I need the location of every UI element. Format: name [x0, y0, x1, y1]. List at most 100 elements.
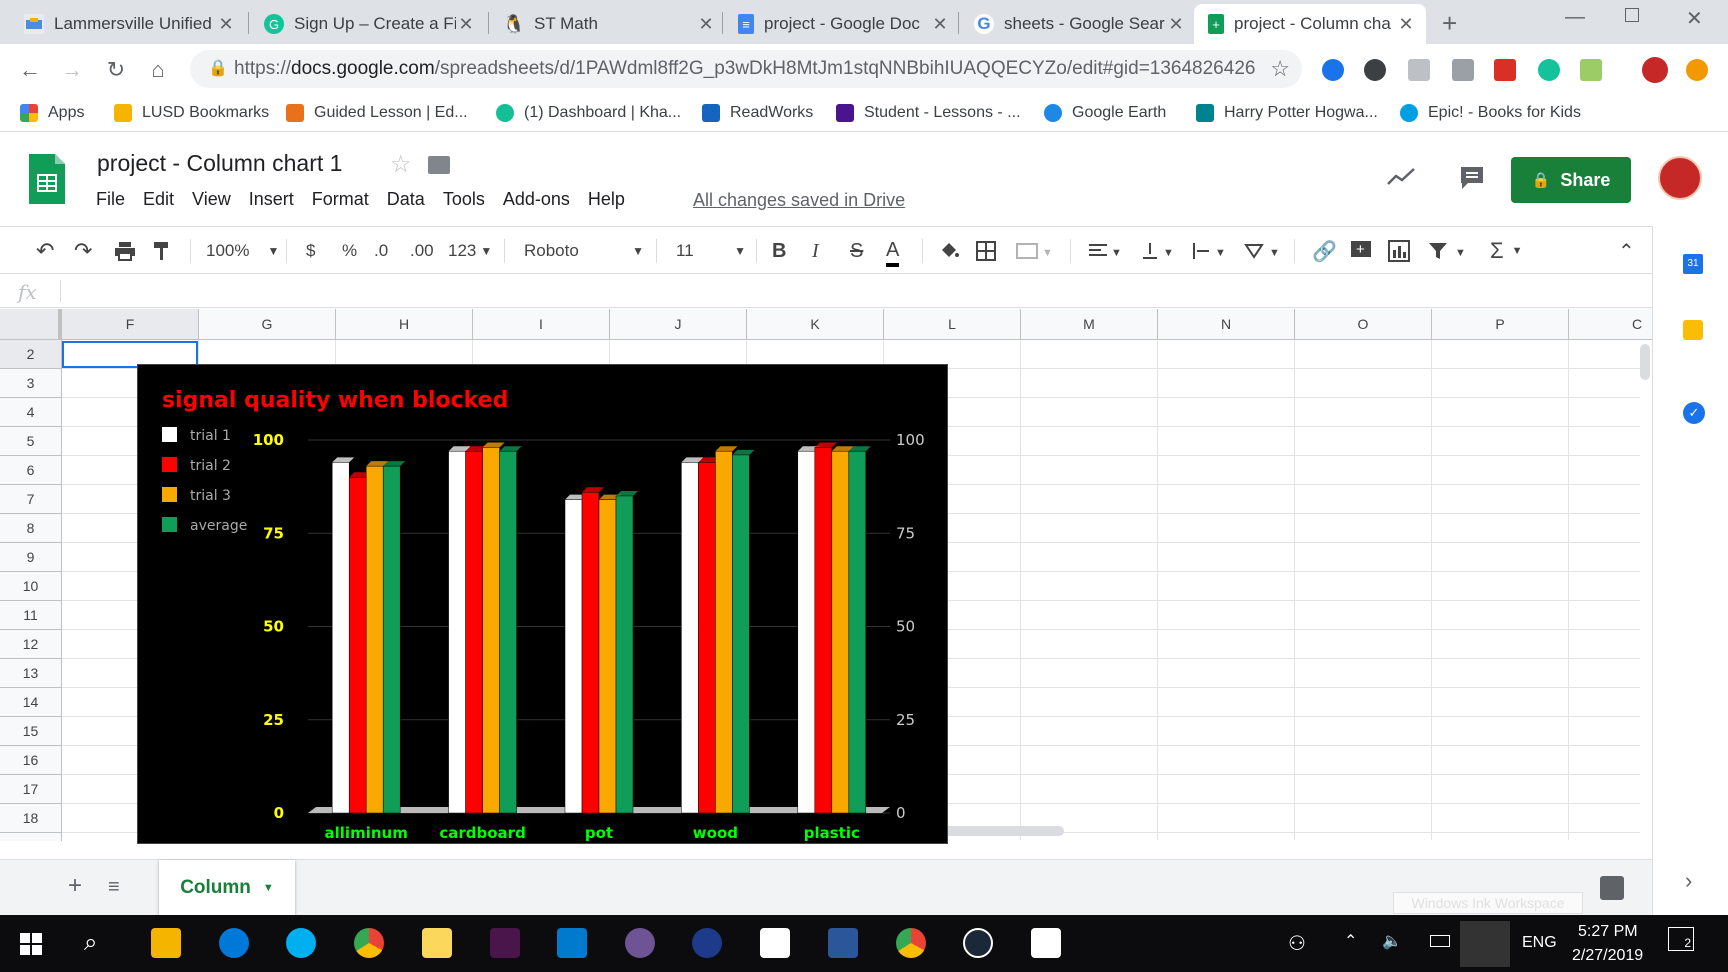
row-header[interactable]: 18 — [0, 804, 62, 833]
app-icon[interactable] — [692, 928, 722, 958]
row-header[interactable]: 8 — [0, 514, 62, 543]
extension-icon[interactable] — [1322, 59, 1344, 81]
close-window-button[interactable]: ✕ — [1686, 6, 1703, 31]
font-family-select[interactable]: Roboto ▼ — [524, 237, 644, 265]
menu-data[interactable]: Data — [387, 189, 425, 210]
skype-icon[interactable] — [286, 928, 316, 958]
print-icon[interactable] — [114, 237, 136, 265]
column-header[interactable]: O — [1295, 309, 1432, 340]
close-icon[interactable]: ✕ — [696, 14, 716, 35]
horizontal-align-icon[interactable]: ▼ — [1088, 237, 1122, 265]
bookmark-item[interactable]: (1) Dashboard | Kha... — [496, 104, 681, 122]
browser-tab[interactable]: G sheets - Google Sear ✕ — [960, 4, 1196, 44]
row-header[interactable]: 14 — [0, 688, 62, 717]
comments-icon[interactable] — [1458, 164, 1486, 192]
extension-icon[interactable] — [1364, 59, 1386, 81]
text-rotation-icon[interactable]: ▼ — [1244, 237, 1282, 265]
row-header[interactable]: 6 — [0, 456, 62, 485]
row-header[interactable]: 13 — [0, 659, 62, 688]
language-indicator[interactable]: ENG — [1522, 934, 1557, 952]
forward-icon[interactable]: → — [56, 54, 88, 86]
explore-icon[interactable] — [1600, 876, 1624, 900]
profile-avatar[interactable] — [1642, 57, 1668, 83]
close-icon[interactable]: ✕ — [216, 14, 236, 35]
browser-tab-active[interactable]: + project - Column cha ✕ — [1194, 4, 1426, 44]
store-icon[interactable] — [760, 928, 790, 958]
filter-icon[interactable]: ▼ — [1428, 237, 1468, 265]
browser-tab[interactable]: 🐧 ST Math ✕ — [490, 4, 726, 44]
keep-icon[interactable] — [1683, 320, 1703, 340]
fill-color-icon[interactable] — [938, 237, 960, 265]
bookmark-item[interactable]: Epic! - Books for Kids — [1400, 104, 1581, 122]
currency-format-button[interactable]: $ — [306, 237, 315, 265]
column-header[interactable]: H — [336, 309, 473, 340]
minimize-button[interactable]: — — [1565, 6, 1585, 29]
browser-tab[interactable]: Lammersville Unified ✕ — [10, 4, 246, 44]
row-header[interactable]: 16 — [0, 746, 62, 775]
back-icon[interactable]: ← — [14, 54, 46, 86]
menu-edit[interactable]: Edit — [143, 189, 174, 210]
bookmark-item[interactable]: Harry Potter Hogwa... — [1196, 104, 1378, 122]
row-header[interactable]: 10 — [0, 572, 62, 601]
column-header[interactable]: F — [62, 309, 199, 340]
column-header[interactable]: M — [1021, 309, 1158, 340]
add-sheet-button[interactable]: + — [68, 872, 82, 900]
bold-button[interactable]: B — [772, 237, 786, 265]
activity-trend-icon[interactable] — [1386, 166, 1416, 188]
row-header[interactable]: 5 — [0, 427, 62, 456]
battery-icon[interactable] — [1430, 935, 1450, 947]
row-header[interactable]: 11 — [0, 601, 62, 630]
row-header[interactable]: 3 — [0, 369, 62, 398]
grammarly-extension-icon[interactable] — [1538, 59, 1560, 81]
menu-tools[interactable]: Tools — [443, 189, 485, 210]
extension-icon[interactable] — [1408, 59, 1430, 81]
column-chart[interactable]: signal quality when blocked 0 0 25 25 50 50 75 7… — [137, 364, 948, 844]
sheets-logo-icon[interactable] — [27, 152, 67, 206]
tasks-icon[interactable]: ✓ — [1683, 402, 1705, 424]
row-header[interactable]: 9 — [0, 543, 62, 572]
file-explorer-icon[interactable] — [151, 928, 181, 958]
update-icon[interactable] — [1686, 59, 1708, 81]
volume-icon[interactable]: 🔈 — [1382, 931, 1402, 951]
text-wrapping-icon[interactable]: ▼ — [1192, 237, 1226, 265]
share-button[interactable]: 🔒 Share — [1511, 157, 1631, 203]
star-icon[interactable]: ☆ — [390, 150, 412, 179]
expand-panel-icon[interactable]: › — [1685, 868, 1692, 894]
column-header[interactable]: N — [1158, 309, 1295, 340]
extension-icon[interactable] — [1494, 59, 1516, 81]
percent-format-button[interactable]: % — [342, 237, 357, 265]
functions-icon[interactable]: Σ ▼ — [1490, 237, 1523, 265]
column-header[interactable]: P — [1432, 309, 1569, 340]
bookmark-folder[interactable]: LUSD Bookmarks — [114, 104, 269, 122]
github-icon[interactable] — [625, 928, 655, 958]
slack-icon[interactable] — [490, 928, 520, 958]
windows-start-icon[interactable] — [20, 933, 42, 955]
menu-addons[interactable]: Add-ons — [503, 189, 570, 210]
chrome-icon[interactable] — [354, 928, 384, 958]
vscode-icon[interactable] — [557, 928, 587, 958]
row-header[interactable]: 2 — [0, 340, 62, 369]
home-icon[interactable]: ⌂ — [142, 54, 174, 86]
bookmark-item[interactable]: Google Earth — [1044, 104, 1166, 122]
row-header[interactable]: 15 — [0, 717, 62, 746]
menu-view[interactable]: View — [192, 189, 231, 210]
edge-icon[interactable] — [219, 928, 249, 958]
address-bar[interactable]: 🔒 https://docs.google.com/spreadsheets/d… — [190, 50, 1302, 88]
column-header[interactable]: I — [473, 309, 610, 340]
vertical-align-icon[interactable]: ▼ — [1140, 237, 1174, 265]
document-title[interactable]: project - Column chart 1 — [97, 150, 342, 177]
ink-workspace-icon[interactable] — [1460, 921, 1510, 967]
formula-input[interactable] — [70, 274, 1640, 307]
row-header[interactable]: 19 — [0, 833, 62, 841]
close-icon[interactable]: ✕ — [1396, 14, 1416, 35]
menu-insert[interactable]: Insert — [249, 189, 294, 210]
browser-tab[interactable]: G Sign Up – Create a Fi ✕ — [250, 4, 486, 44]
close-icon[interactable]: ✕ — [456, 14, 476, 35]
column-header[interactable]: K — [747, 309, 884, 340]
steam-icon[interactable] — [963, 928, 993, 958]
file-folder-icon[interactable] — [422, 928, 452, 958]
redo-icon[interactable]: ↷ — [74, 237, 92, 265]
font-size-select[interactable]: 11 ▼ — [676, 237, 746, 265]
zoom-select[interactable]: 100% ▼ — [206, 237, 279, 265]
column-header[interactable]: J — [610, 309, 747, 340]
